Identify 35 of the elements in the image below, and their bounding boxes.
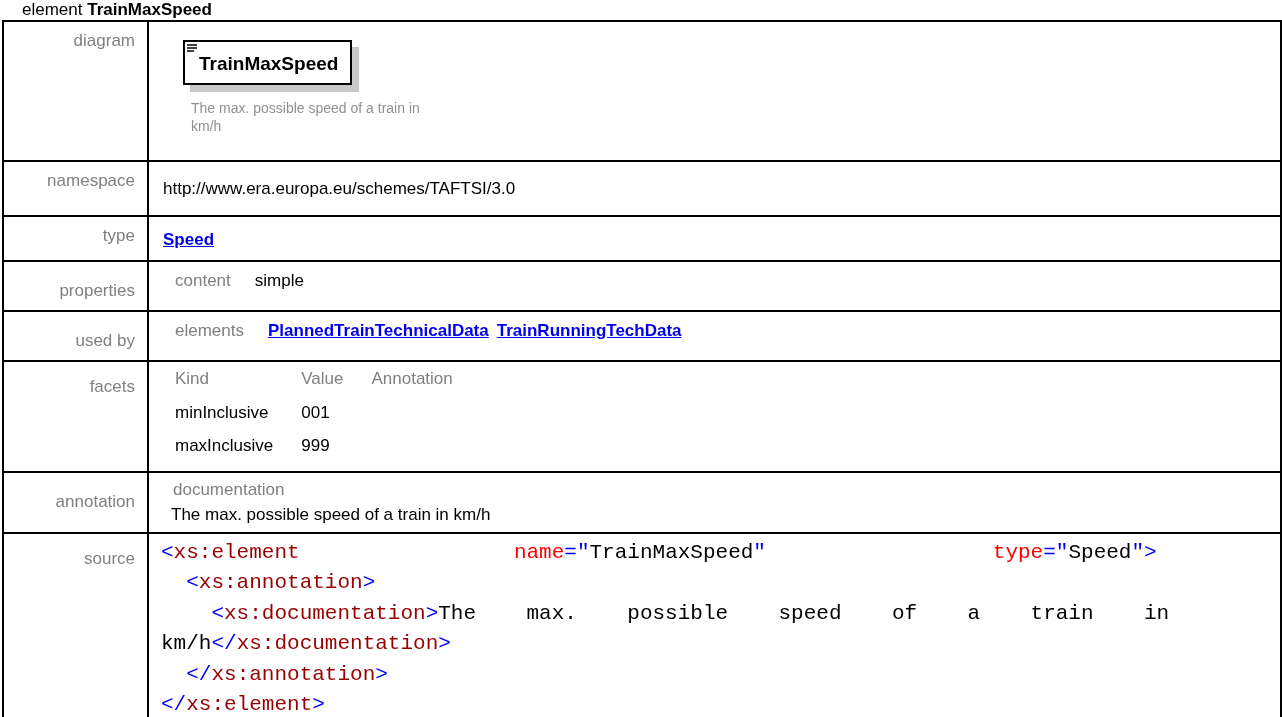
property-value: simple (254, 270, 304, 292)
facet-cell: minInclusive (175, 402, 269, 422)
code-line: <xs:element name="TrainMaxSpeed" type="Speed"> (161, 539, 1158, 566)
facet-cell: maxInclusive (175, 436, 274, 455)
row-label: used by (75, 331, 135, 350)
node-label: TrainMaxSpeed (199, 52, 339, 76)
facet-cell: 001 (301, 402, 330, 422)
node-description: The max. possible speed of a train in km/h (191, 98, 421, 135)
namespace-value: http://www.era.europa.eu/schemes/TAFTSI/3.0 (163, 179, 516, 198)
row-label: annotation (55, 491, 135, 511)
row-label: diagram (73, 31, 135, 50)
code-line: </xs:annotation> (185, 661, 389, 688)
lines-icon (187, 44, 197, 52)
code-line: <xs:annotation> (185, 570, 377, 596)
annotation-text: The max. possible speed of a train in km/h (171, 504, 492, 526)
row-label: namespace (47, 171, 135, 190)
property-key: content (175, 268, 231, 294)
row-label: type (102, 226, 135, 245)
code-line: </xs:element> (161, 692, 326, 717)
element-link[interactable]: TrainRunningTechData (496, 318, 682, 344)
code-line: <xs:documentation>The max. possible speed of a train in (210, 600, 1171, 627)
heading-name: TrainMaxSpeed (87, 0, 212, 19)
row-label: properties (59, 281, 135, 300)
annotation-title: documentation (173, 478, 286, 501)
column-header: Kind (175, 369, 210, 388)
column-header: Annotation (371, 369, 453, 388)
type-link[interactable]: Speed (163, 230, 215, 249)
row-label: source (83, 548, 135, 568)
element-link[interactable]: PlannedTrainTechnicalData (268, 318, 489, 344)
heading-kind: element (22, 0, 83, 19)
row-label: facets (89, 377, 135, 396)
group-label: elements (175, 320, 244, 342)
facet-cell: 999 (301, 436, 330, 455)
column-header: Value (301, 369, 344, 388)
code-line: km/h</xs:documentation> (161, 631, 452, 657)
